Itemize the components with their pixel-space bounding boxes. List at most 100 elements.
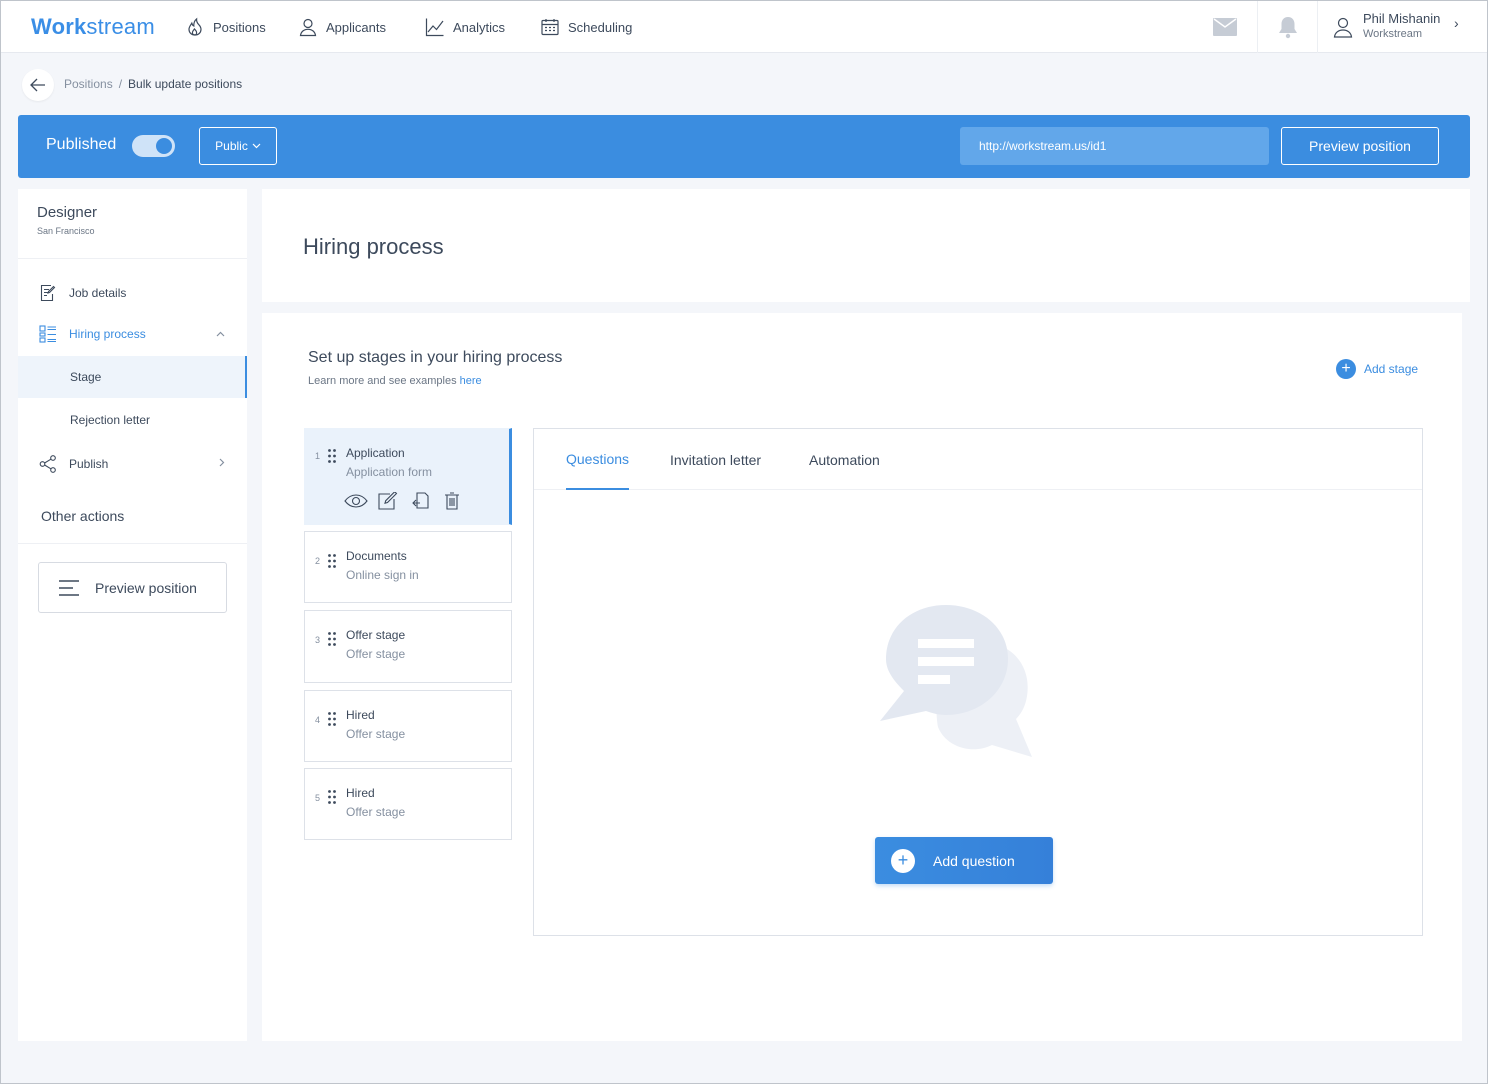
stage-description: Offer stage: [346, 805, 406, 819]
stage-name: Hired: [346, 708, 375, 722]
user-icon: [1333, 17, 1353, 38]
arrow-left-icon: [30, 78, 45, 92]
sidebar-item-label: Rejection letter: [70, 413, 151, 427]
stage-number: 5: [315, 793, 321, 803]
bell-icon[interactable]: [1276, 15, 1300, 39]
stage-card[interactable]: 1 Application Application form: [304, 428, 512, 525]
edit-icon[interactable]: [376, 490, 400, 512]
subtitle-text: Learn more and see examples: [308, 375, 457, 387]
nav-separator: [1257, 1, 1258, 53]
tab-invitation-letter[interactable]: Invitation letter: [670, 429, 761, 490]
hiring-process-card: Set up stages in your hiring process Lea…: [262, 313, 1462, 1041]
stage-description: Offer stage: [346, 727, 406, 741]
visibility-dropdown[interactable]: Public: [199, 127, 277, 165]
other-actions-heading: Other actions: [41, 508, 125, 524]
sidebar-item-publish[interactable]: Publish: [18, 443, 247, 485]
breadcrumb-separator: /: [118, 77, 123, 91]
duplicate-icon[interactable]: [408, 490, 432, 512]
page-title: Hiring process: [303, 234, 444, 259]
stage-card[interactable]: 3 Offer stage Offer stage: [304, 610, 512, 683]
back-button[interactable]: [22, 69, 54, 101]
drag-handle-icon[interactable]: [328, 712, 336, 726]
nav-positions[interactable]: Positions: [185, 1, 266, 53]
plus-circle-icon: +: [1336, 359, 1356, 379]
page-header: Hiring process: [262, 189, 1470, 302]
stage-name: Documents: [346, 549, 407, 563]
nav-scheduling[interactable]: Scheduling: [540, 1, 632, 53]
eye-icon[interactable]: [344, 490, 368, 512]
user-org: Workstream: [1363, 28, 1423, 40]
stage-description: Application form: [346, 465, 433, 479]
stage-description: Offer stage: [346, 647, 406, 661]
stage-number: 2: [315, 556, 321, 566]
tab-bar: Questions Invitation letter Automation: [534, 429, 1422, 490]
sidebar-item-job-details[interactable]: Job details: [18, 272, 247, 314]
sidebar-item-label: Job details: [69, 286, 127, 300]
chevron-right-icon: [219, 458, 225, 470]
publish-bar: Published Public Preview position: [18, 115, 1470, 178]
chevron-right-icon[interactable]: ›: [1454, 15, 1459, 31]
stage-actions: [344, 490, 464, 512]
plus-circle-icon: +: [891, 848, 915, 873]
drag-handle-icon[interactable]: [328, 632, 336, 646]
chart-line-icon: [425, 18, 444, 37]
published-label: Published: [46, 136, 117, 153]
sidebar: Designer San Francisco Job details Hirin…: [18, 189, 247, 1041]
drag-handle-icon[interactable]: [328, 790, 336, 804]
stage-card[interactable]: 5 Hired Offer stage: [304, 768, 512, 840]
stage-number: 1: [315, 451, 321, 461]
add-stage-label: Add stage: [1364, 362, 1419, 376]
flame-icon: [188, 17, 202, 36]
chat-bubbles-icon: [880, 605, 1032, 757]
sidebar-preview-position-button[interactable]: Preview position: [38, 562, 227, 613]
sidebar-item-rejection-letter[interactable]: Rejection letter: [18, 399, 247, 441]
tab-questions[interactable]: Questions: [566, 429, 630, 490]
share-icon: [38, 454, 58, 474]
sidebar-item-hiring-process[interactable]: Hiring process: [18, 313, 247, 355]
user-icon: [299, 18, 317, 37]
position-url-field[interactable]: [960, 127, 1269, 165]
list-icon: [38, 324, 58, 344]
stage-detail-panel: Questions Invitation letter Automation +…: [533, 428, 1423, 936]
stage-card[interactable]: 4 Hired Offer stage: [304, 690, 512, 762]
drag-handle-icon[interactable]: [328, 554, 336, 568]
section-title: Set up stages in your hiring process: [308, 349, 563, 366]
preview-position-button[interactable]: Preview position: [1281, 127, 1439, 165]
nav-label: Scheduling: [568, 19, 633, 35]
breadcrumb-positions[interactable]: Positions: [64, 77, 113, 91]
toggle-knob: [156, 138, 172, 154]
mail-icon[interactable]: [1213, 15, 1237, 39]
stage-number: 4: [315, 715, 321, 725]
drag-handle-icon[interactable]: [328, 449, 336, 463]
section-subtitle: Learn more and see examples here: [308, 375, 482, 387]
published-toggle[interactable]: [132, 135, 175, 157]
sidebar-item-label: Publish: [69, 457, 109, 471]
breadcrumb: Positions / Bulk update positions: [64, 77, 242, 91]
user-menu[interactable]: Phil Mishanin Workstream: [1333, 11, 1440, 40]
tab-automation[interactable]: Automation: [809, 429, 880, 490]
nav-label: Applicants: [326, 19, 386, 35]
chevron-down-icon: [252, 143, 261, 149]
add-question-button[interactable]: + Add question: [875, 837, 1053, 884]
nav-label: Positions: [213, 19, 266, 35]
nav-separator: [1317, 1, 1318, 53]
nav-analytics[interactable]: Analytics: [425, 1, 505, 53]
stage-number: 3: [315, 635, 321, 645]
user-name: Phil Mishanin: [1363, 11, 1441, 26]
position-location: San Francisco: [37, 226, 95, 236]
calendar-icon: [541, 19, 559, 36]
nav-applicants[interactable]: Applicants: [298, 1, 386, 53]
menu-lines-icon: [59, 580, 79, 596]
divider: [18, 258, 247, 259]
add-stage-button[interactable]: + Add stage: [1336, 359, 1418, 379]
visibility-label: Public: [215, 139, 248, 153]
sidebar-item-label: Hiring process: [69, 327, 146, 341]
logo[interactable]: Workstream: [31, 14, 155, 40]
stage-card[interactable]: 2 Documents Online sign in: [304, 531, 512, 603]
stage-name: Hired: [346, 786, 375, 800]
trash-icon[interactable]: [440, 490, 464, 512]
sidebar-item-label: Stage: [70, 370, 102, 384]
examples-link[interactable]: here: [460, 375, 482, 387]
stage-name: Offer stage: [346, 628, 406, 642]
sidebar-item-stage[interactable]: Stage: [18, 356, 247, 398]
